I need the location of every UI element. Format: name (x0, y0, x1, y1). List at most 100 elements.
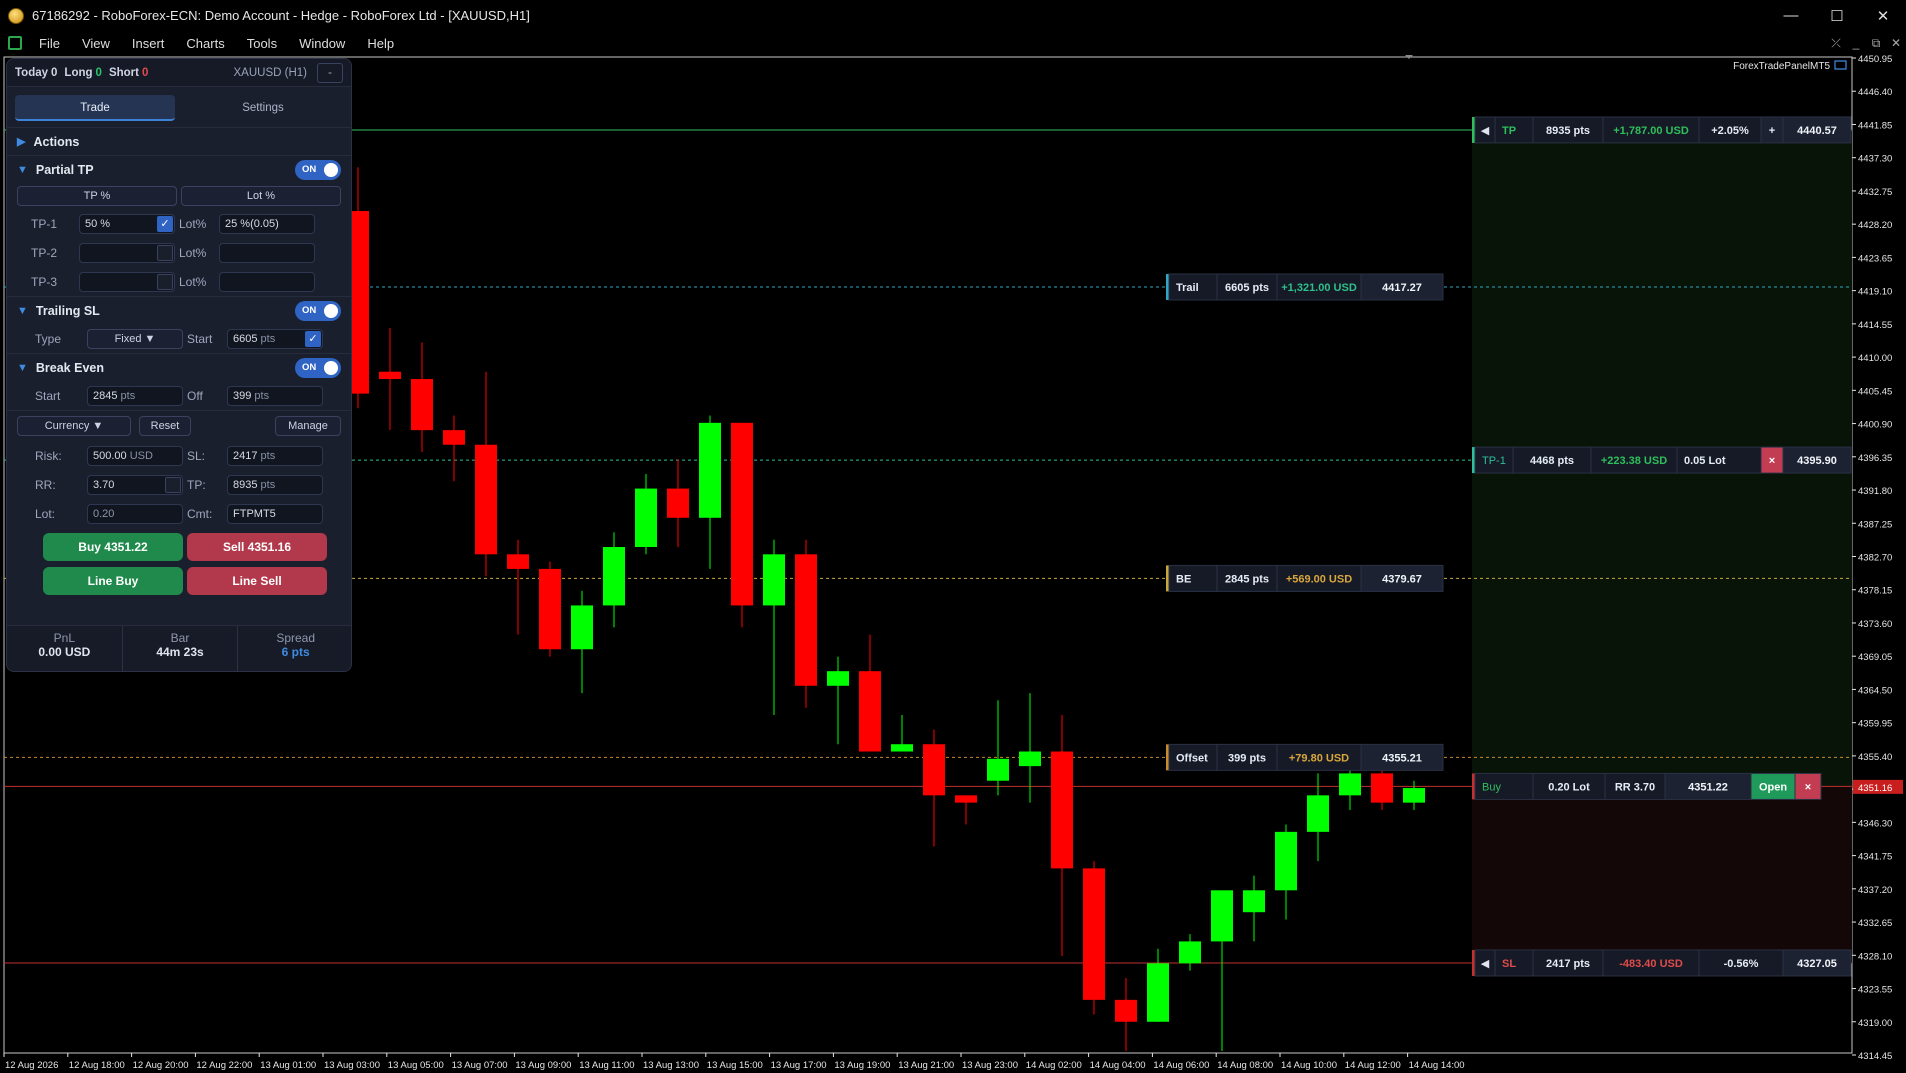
window-controls: — ☐ ✕ (1768, 0, 1906, 31)
maximize-icon[interactable]: ☐ (1814, 0, 1860, 31)
candle-body (635, 488, 657, 548)
panel-minimize-button[interactable]: - (317, 62, 343, 83)
trailing-sl-section[interactable]: ▼ Trailing SL ON (7, 296, 351, 324)
candle-body (1115, 999, 1137, 1022)
mdi-close-icon[interactable]: ✕ (1886, 36, 1906, 50)
comment-input[interactable]: FTPMT5 (227, 503, 323, 524)
tab-trade[interactable]: Trade (15, 95, 175, 121)
bar-timer: 44m 23s (156, 645, 204, 659)
tp-name: TP (1502, 125, 1516, 137)
be-price: 4379.67 (1382, 573, 1422, 585)
lot-input[interactable]: 0.20 (87, 503, 183, 524)
toggle-knob (324, 303, 338, 318)
y-tick-label: 4387.25 (1858, 519, 1892, 530)
panel-header: Today 0 Long 0 Short 0 XAUUSD (H1) - (7, 59, 351, 87)
lot-label: Lot: (35, 506, 56, 521)
candle-body (859, 671, 881, 752)
pnl-value: 0.00 USD (38, 645, 91, 659)
line-sell-button[interactable]: Line Sell (187, 567, 327, 595)
tp2-input[interactable] (79, 242, 175, 263)
mdi-pin-icon[interactable]: ⤫ (1826, 36, 1846, 51)
tp-percent-button[interactable]: TP % (17, 186, 177, 206)
offset-level-label[interactable]: Offset 399 pts +79.80 USD 4355.21 (1166, 743, 1444, 771)
tp1-money: +223.38 USD (1601, 455, 1667, 467)
sl-input[interactable]: 2417 pts (227, 445, 323, 466)
toggle-text: ON (302, 163, 317, 175)
menu-bar: File View Insert Charts Tools Window Hel… (0, 31, 1906, 55)
checkbox-icon[interactable] (157, 273, 173, 290)
long-count: 0 (95, 66, 102, 79)
minimize-icon[interactable]: — (1768, 0, 1814, 31)
partial-tp-toggle[interactable]: ON (295, 159, 341, 180)
menu-charts[interactable]: Charts (175, 36, 235, 51)
trail-level-label[interactable]: Trail 6605 pts +1,321.00 USD 4417.27 (1166, 273, 1444, 301)
mdi-minimize-icon[interactable]: _ (1846, 36, 1866, 50)
trail-money: +1,321.00 USD (1281, 282, 1357, 294)
tp-input[interactable]: 8935 pts (227, 474, 323, 495)
break-even-label: Break Even (35, 360, 104, 375)
tab-settings[interactable]: Settings (183, 95, 343, 121)
checkbox-icon[interactable] (157, 244, 173, 261)
rr-input[interactable]: 3.70 (87, 474, 183, 495)
currency-dropdown[interactable]: Currency ▼ (17, 416, 131, 436)
menu-file[interactable]: File (28, 36, 71, 51)
x-tick-label: 13 Aug 17:00 (771, 1060, 827, 1071)
be-off-input[interactable]: 399 pts (227, 385, 323, 406)
tp1-lot-input[interactable]: 25 %(0.05) (219, 213, 315, 234)
trail-type-dropdown[interactable]: Fixed ▼ (87, 328, 183, 349)
lot-percent-button[interactable]: Lot % (181, 186, 341, 206)
sl-level-label[interactable]: ◀ SL 2417 pts -483.40 USD -0.56% 4327.05 (1472, 949, 1852, 977)
reset-button[interactable]: Reset (139, 416, 191, 436)
check-icon[interactable]: ✓ (305, 330, 321, 347)
break-even-toggle[interactable]: ON (295, 357, 341, 378)
mdi-restore-icon[interactable]: ⧉ (1866, 36, 1886, 51)
menu-window[interactable]: Window (288, 36, 356, 51)
candle-body (1147, 963, 1169, 1022)
tp1-input[interactable]: 50 % ✓ (79, 213, 175, 234)
trail-start-input[interactable]: 6605 pts ✓ (227, 328, 323, 349)
line-buy-button[interactable]: Line Buy (43, 567, 183, 595)
risk-input[interactable]: 500.00 USD (87, 445, 183, 466)
tp3-lot-input[interactable] (219, 271, 315, 292)
sl-percent: -0.56% (1724, 958, 1759, 970)
partial-tp-section[interactable]: ▼ Partial TP ON (7, 155, 351, 183)
menu-insert[interactable]: Insert (121, 36, 176, 51)
x-tick-label: 14 Aug 12:00 (1345, 1060, 1401, 1071)
manage-button[interactable]: Manage (275, 416, 341, 436)
tp1-name: TP-1 (1482, 455, 1506, 467)
checkbox-icon[interactable] (165, 476, 181, 493)
tp3-input[interactable] (79, 271, 175, 292)
close-icon[interactable]: ✕ (1860, 0, 1906, 31)
candle-body (1179, 941, 1201, 964)
x-tick-label: 13 Aug 01:00 (260, 1060, 316, 1071)
candle-body (507, 554, 529, 569)
x-tick-label: 13 Aug 19:00 (834, 1060, 890, 1071)
buy-lot: 0.20 Lot (1548, 781, 1590, 793)
trailing-sl-toggle[interactable]: ON (295, 300, 341, 321)
be-start-input[interactable]: 2845 pts (87, 385, 183, 406)
be-level-label[interactable]: BE 2845 pts +569.00 USD 4379.67 (1166, 564, 1444, 592)
be-off-value: 399 (233, 389, 252, 402)
be-name: BE (1176, 573, 1191, 585)
long-label: Long (64, 66, 93, 79)
sell-button[interactable]: Sell 4351.16 (187, 533, 327, 561)
menu-tools[interactable]: Tools (236, 36, 288, 51)
break-even-section[interactable]: ▼ Break Even ON (7, 353, 351, 381)
menu-view[interactable]: View (71, 36, 121, 51)
actions-section[interactable]: ▶ Actions (7, 127, 351, 155)
offset-price: 4355.21 (1382, 752, 1422, 764)
tp2-lot-input[interactable] (219, 242, 315, 263)
toggle-text: ON (302, 304, 317, 316)
tp-level-label[interactable]: ◀ TP 8935 pts +1,787.00 USD +2.05% +4440.57 (1472, 116, 1852, 144)
candle-body (1243, 890, 1265, 913)
buy-button[interactable]: Buy 4351.22 (43, 533, 183, 561)
y-tick-label: 4378.15 (1858, 586, 1892, 597)
check-icon[interactable]: ✓ (157, 215, 173, 232)
buy-level-label[interactable]: Buy 0.20 Lot RR 3.70 4351.22 Open × (1472, 772, 1822, 800)
trail-start-label: Start (187, 331, 213, 346)
be-off-label: Off (187, 388, 203, 403)
y-tick-label: 4450.95 (1858, 55, 1892, 65)
tp1-level-label[interactable]: TP-1 4468 pts +223.38 USD 0.05 Lot × 4395.90 (1472, 446, 1852, 474)
collapse-arrow-icon: ▼ (17, 304, 28, 317)
menu-help[interactable]: Help (356, 36, 405, 51)
